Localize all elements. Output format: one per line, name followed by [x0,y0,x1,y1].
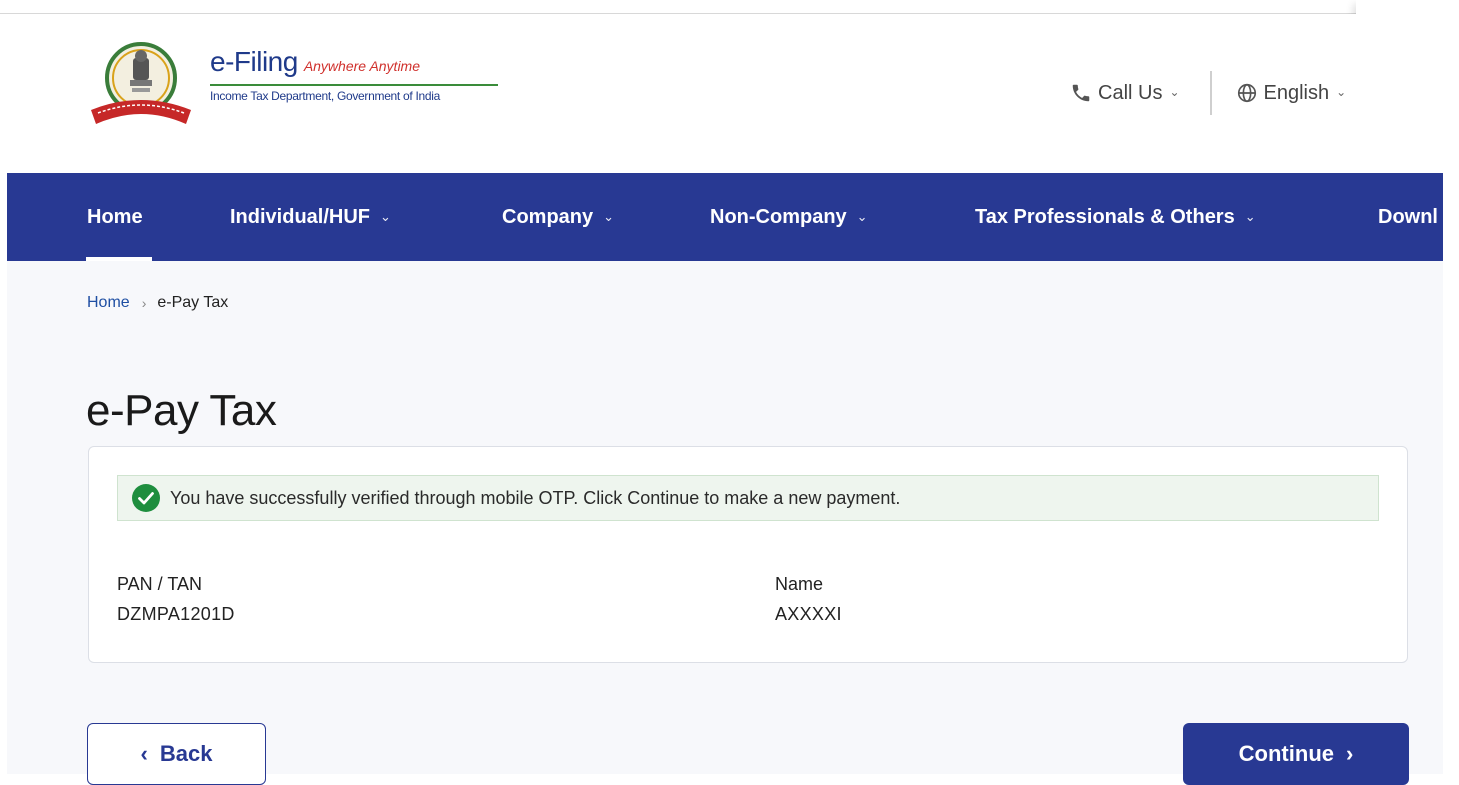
phone-icon [1072,84,1090,102]
nav-item-tax-professionals[interactable]: Tax Professionals & Others ⌄ [975,173,1256,261]
continue-label: Continue [1238,741,1334,766]
nav-item-downloads[interactable]: Downl [1378,173,1438,261]
chevron-down-icon: ⌄ [1244,209,1256,224]
main-nav: Home Individual/HUF ⌄ Company ⌄ Non-Comp… [7,173,1443,261]
back-button[interactable]: ‹ Back [87,723,266,785]
chevron-down-icon: ⌄ [380,209,391,224]
chevron-right-icon: › [141,295,147,311]
chevron-down-icon: ⌄ [1336,85,1347,99]
call-us-label: Call Us [1098,81,1163,104]
name-field: Name AXXXXI [775,571,842,627]
breadcrumb: Home › e-Pay Tax [87,294,228,312]
nav-item-label: Tax Professionals & Others [975,205,1235,228]
language-selector[interactable]: English ⌄ [1236,81,1347,105]
chevron-right-icon: › [1346,741,1354,766]
name-label: Name [775,574,824,594]
brand-underline [210,84,498,86]
national-emblem-icon [91,42,191,124]
page-title: e-Pay Tax [86,386,277,435]
call-us-button[interactable]: Call Us ⌄ [1070,82,1180,105]
nav-item-company[interactable]: Company ⌄ [502,173,614,261]
efiling-logo[interactable]: e-Filing Anywhere Anytime Income Tax Depa… [86,38,506,138]
check-circle-icon [132,484,160,512]
pan-tan-field: PAN / TAN DZMPA1201D [117,571,235,627]
nav-item-label: Home [87,205,143,228]
language-label: English [1263,81,1330,104]
nav-item-individual-huf[interactable]: Individual/HUF ⌄ [230,173,391,261]
header-actions: Call Us ⌄ English ⌄ [1070,71,1347,115]
globe-icon [1237,83,1256,103]
alert-message: You have successfully verified through m… [170,487,901,508]
breadcrumb-home-link[interactable]: Home [87,294,130,312]
nav-item-label: Company [502,205,594,228]
nav-item-label: Non-Company [710,205,847,228]
brand-tagline: Anywhere Anytime [303,58,421,74]
chevron-down-icon: ⌄ [1169,85,1180,99]
chevron-down-icon: ⌄ [603,209,615,224]
success-alert: You have successfully verified through m… [117,475,1379,521]
chevron-down-icon: ⌄ [856,209,868,224]
pan-tan-value: DZMPA1201D [117,604,235,624]
pan-tan-label: PAN / TAN [117,574,203,594]
nav-item-non-company[interactable]: Non-Company ⌄ [710,173,868,261]
brand-subtitle: Income Tax Department, Government of Ind… [210,89,440,103]
chevron-left-icon: ‹ [140,741,148,766]
nav-item-home[interactable]: Home [87,173,143,261]
verification-card: You have successfully verified through m… [88,446,1408,663]
back-label: Back [159,741,213,766]
breadcrumb-current: e-Pay Tax [157,294,229,311]
continue-button[interactable]: Continue › [1183,723,1409,785]
nav-item-label: Individual/HUF [230,205,370,228]
name-value: AXXXXI [775,604,842,624]
brand-title: e-Filing [210,46,298,77]
header-divider [1209,71,1212,115]
nav-item-label: Downl [1378,205,1438,228]
